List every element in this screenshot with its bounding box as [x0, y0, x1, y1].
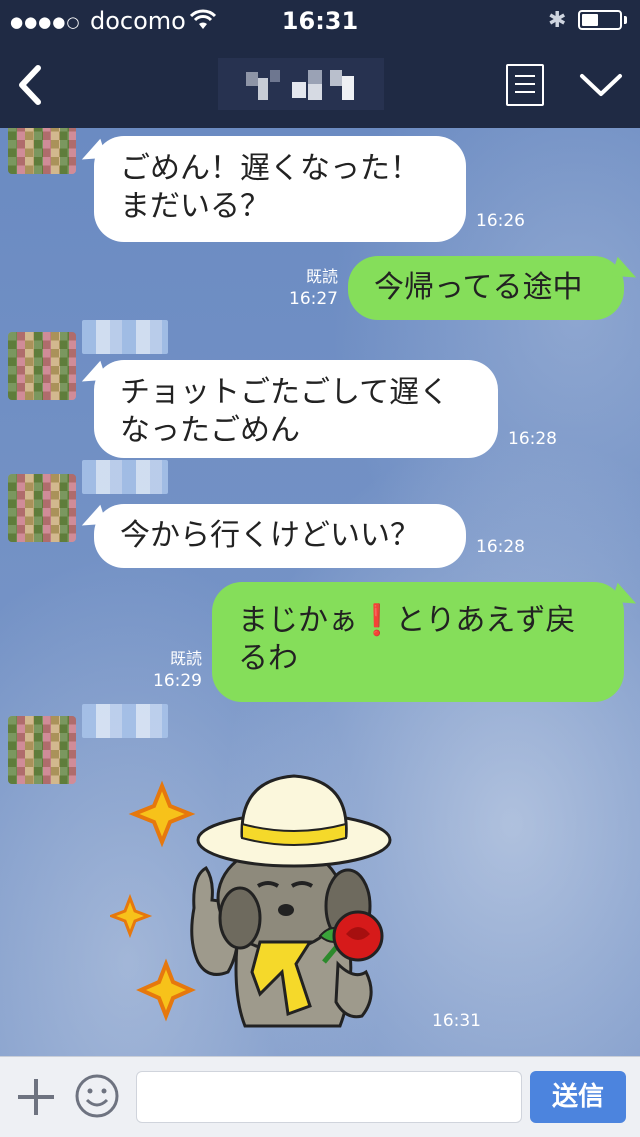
wifi-icon: [190, 9, 216, 29]
status-bar: ●●●●○ docomo 16:31 ✱: [0, 0, 640, 40]
chat-header: [0, 40, 640, 128]
chat-title: [218, 58, 384, 110]
battery-tip: [624, 16, 627, 24]
plus-icon[interactable]: [16, 1077, 56, 1117]
read-receipt: 既読: [305, 267, 338, 286]
message-input-bar: 送信: [0, 1056, 640, 1137]
avatar[interactable]: [8, 716, 76, 784]
message-input[interactable]: [136, 1071, 522, 1123]
incoming-message-bubble[interactable]: チョットごたごして遅く なったごめん: [94, 360, 498, 458]
chat-area[interactable]: ごめん！遅くなった！ まだいる？ 16:26 既読 16:27 今帰ってる途中 …: [0, 128, 640, 1056]
message-text: ごめん！遅くなった！: [120, 151, 420, 186]
message-text: まだいる？: [120, 189, 270, 224]
message-text: るわ: [238, 641, 298, 676]
avatar[interactable]: [8, 474, 76, 542]
sender-name: [82, 320, 168, 354]
clock: 16:31: [281, 7, 359, 35]
message-time: 16:28: [476, 537, 525, 557]
pixelated-name: [218, 58, 384, 110]
message-text: まじかぁ❗️とりあえず戻: [238, 603, 576, 638]
message-time: 16:27: [289, 289, 338, 309]
bluetooth-icon: ✱: [548, 8, 567, 33]
battery-icon: [578, 10, 622, 30]
sender-name: [82, 704, 168, 738]
send-button[interactable]: 送信: [530, 1071, 626, 1123]
avatar[interactable]: [8, 128, 76, 174]
sender-name: [82, 460, 168, 494]
message-text: 今から行くけどいい？: [120, 518, 420, 553]
outgoing-message-bubble[interactable]: 今帰ってる途中: [348, 256, 624, 320]
chevron-left-icon[interactable]: [14, 64, 44, 106]
message-time: 16:26: [476, 211, 525, 231]
incoming-message-bubble[interactable]: 今から行くけどいい？: [94, 504, 466, 568]
message-text: チョットごたごして遅く: [120, 375, 450, 410]
message-text: なったごめん: [120, 413, 300, 448]
chevron-down-icon[interactable]: [578, 62, 624, 108]
message-time: 16:31: [432, 1011, 481, 1031]
message-text: 今帰ってる途中: [374, 270, 583, 305]
battery-level: [582, 14, 598, 26]
smiley-icon[interactable]: [74, 1073, 120, 1119]
incoming-message-bubble[interactable]: ごめん！遅くなった！ まだいる？: [94, 136, 466, 242]
outgoing-message-bubble[interactable]: まじかぁ❗️とりあえず戻 るわ: [212, 582, 624, 702]
avatar[interactable]: [8, 332, 76, 400]
message-time: 16:29: [153, 671, 202, 691]
read-receipt: 既読: [169, 649, 202, 668]
message-time: 16:28: [508, 429, 557, 449]
dog-with-rose-sticker[interactable]: [110, 758, 420, 1028]
menu-list-icon[interactable]: [506, 64, 544, 106]
